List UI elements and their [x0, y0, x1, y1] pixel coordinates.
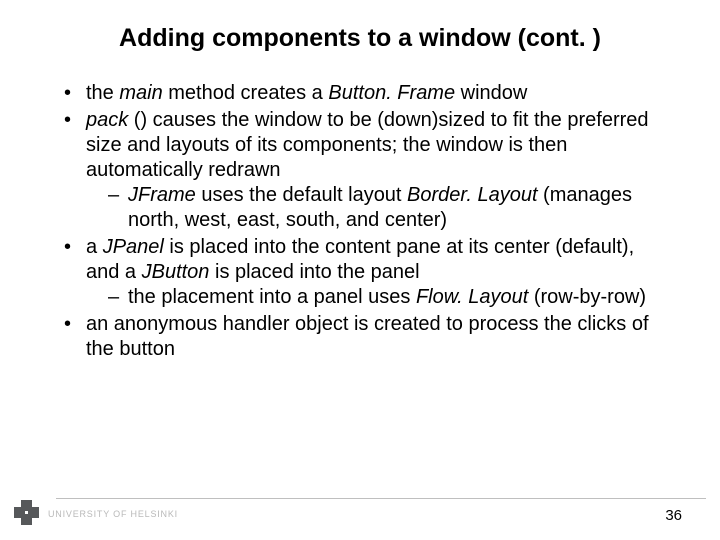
bullet-item: a JPanel is placed into the content pane…: [60, 235, 660, 310]
text: () causes the window to be (down)sized t…: [86, 109, 649, 181]
text: method creates a: [163, 82, 329, 104]
text: the placement into a panel uses: [128, 286, 416, 308]
text: is placed into the panel: [209, 261, 419, 283]
text: a: [86, 236, 103, 258]
text-italic: JButton: [142, 261, 210, 283]
text-italic: JPanel: [103, 236, 164, 258]
logo-square-icon: [21, 514, 32, 525]
sub-item: JFrame uses the default layout Border. L…: [106, 183, 660, 233]
bullet-list: the main method creates a Button. Frame …: [60, 81, 660, 362]
bullet-item: pack () causes the window to be (down)si…: [60, 108, 660, 233]
slide-title: Adding components to a window (cont. ): [0, 0, 720, 61]
text-italic: JFrame: [128, 184, 196, 206]
text-italic: main: [119, 82, 162, 104]
slide-body: the main method creates a Button. Frame …: [0, 61, 720, 362]
page-number: 36: [665, 507, 682, 524]
logo-text: UNIVERSITY OF HELSINKI: [48, 509, 178, 519]
footer-divider: [56, 498, 706, 499]
text: window: [455, 82, 527, 104]
footer: 36 UNIVERSITY OF HELSINKI: [0, 494, 720, 528]
sub-list: JFrame uses the default layout Border. L…: [86, 183, 660, 233]
text-italic: pack: [86, 109, 128, 131]
sub-item: the placement into a panel uses Flow. La…: [106, 285, 660, 310]
text: the: [86, 82, 119, 104]
text: (row-by-row): [528, 286, 646, 308]
text-italic: Border. Layout: [407, 184, 537, 206]
text-italic: Flow. Layout: [416, 286, 528, 308]
text: uses the default layout: [196, 184, 407, 206]
bullet-item: the main method creates a Button. Frame …: [60, 81, 660, 106]
text: an anonymous handler object is created t…: [86, 313, 649, 360]
sub-list: the placement into a panel uses Flow. La…: [86, 285, 660, 310]
text-italic: Button. Frame: [328, 82, 455, 104]
university-logo: UNIVERSITY OF HELSINKI: [14, 500, 44, 528]
slide: Adding components to a window (cont. ) t…: [0, 0, 720, 540]
bullet-item: an anonymous handler object is created t…: [60, 312, 660, 362]
